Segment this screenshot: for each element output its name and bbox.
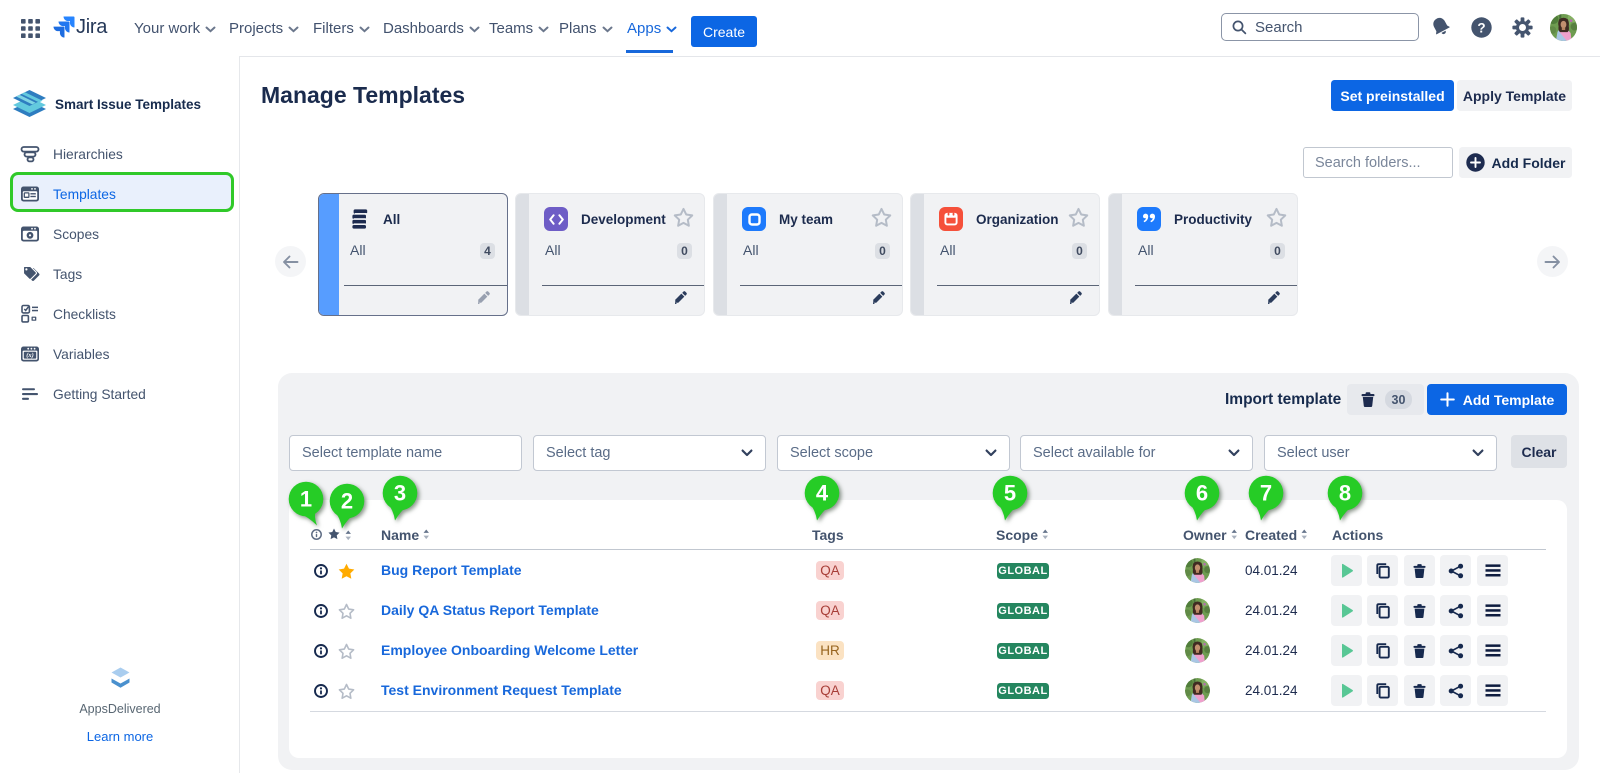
svg-text:8: 8 — [1339, 481, 1351, 506]
svg-text:3: 3 — [394, 481, 406, 506]
svg-text:4: 4 — [816, 481, 829, 506]
svg-text:(x): (x) — [26, 352, 34, 359]
svg-text:?: ? — [1477, 20, 1485, 35]
svg-text:1: 1 — [300, 487, 312, 512]
svg-text:7: 7 — [1260, 481, 1272, 506]
svg-text:6: 6 — [1196, 481, 1208, 506]
svg-text:5: 5 — [1004, 481, 1016, 506]
svg-text:2: 2 — [341, 489, 353, 514]
